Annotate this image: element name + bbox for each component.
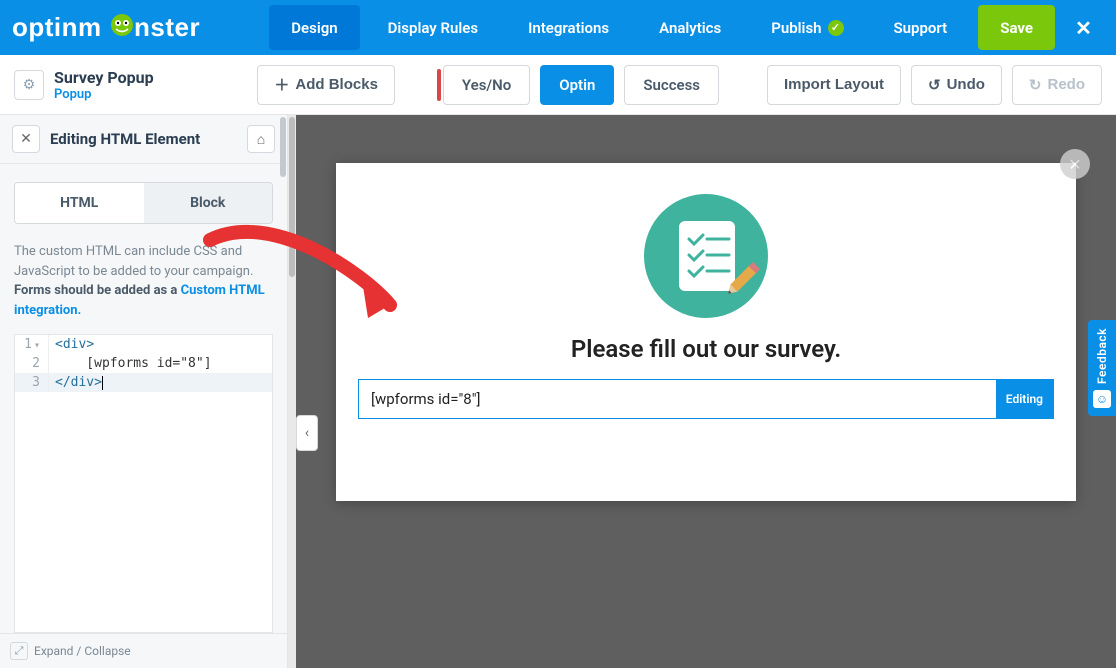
nav-integrations[interactable]: Integrations <box>506 5 631 50</box>
unsaved-indicator <box>437 69 441 101</box>
publish-check-icon: ✓ <box>828 20 844 36</box>
sidebar-scrollbar[interactable] <box>279 115 287 668</box>
html-block[interactable]: [wpforms id="8"] Editing <box>358 379 1054 419</box>
sidebar: ✕ Editing HTML Element ⌂ HTML Block The … <box>0 115 288 668</box>
feedback-tab[interactable]: Feedback ☺ <box>1088 320 1116 416</box>
import-layout-button[interactable]: Import Layout <box>767 65 901 105</box>
expand-collapse-label[interactable]: Expand / Collapse <box>34 644 131 658</box>
close-editor-button[interactable]: ✕ <box>1061 5 1106 50</box>
save-button[interactable]: Save <box>978 5 1055 50</box>
campaign-meta: Survey Popup Popup <box>54 68 154 102</box>
undo-button[interactable]: ↺Undo <box>911 65 1002 105</box>
popup-title[interactable]: Please fill out our survey. <box>358 335 1054 363</box>
campaign-title: Survey Popup <box>54 68 154 87</box>
add-blocks-button[interactable]: ＋Add Blocks <box>257 65 395 105</box>
nav-display-rules[interactable]: Display Rules <box>366 5 500 50</box>
redo-button[interactable]: ↻Redo <box>1012 65 1102 105</box>
view-optin[interactable]: Optin <box>540 65 614 105</box>
popup-close-button[interactable]: ✕ <box>1060 149 1090 179</box>
sidebar-close-button[interactable]: ✕ <box>12 125 40 153</box>
help-text: The custom HTML can include CSS and Java… <box>14 242 273 320</box>
feedback-smile-icon: ☺ <box>1093 390 1111 408</box>
tab-block[interactable]: Block <box>144 183 273 223</box>
close-icon: ✕ <box>20 131 32 147</box>
nav-support[interactable]: Support <box>872 5 970 50</box>
popup-preview[interactable]: ✕ <box>336 163 1076 501</box>
survey-checklist-icon <box>641 191 771 321</box>
collapse-sidebar-tab[interactable]: ‹ <box>296 415 318 451</box>
nav-design[interactable]: Design <box>269 5 359 50</box>
plus-icon: ＋ <box>274 74 289 95</box>
top-nav-bar: optinm nster Design Display Rules Integr… <box>0 0 1116 55</box>
canvas-scrollbar[interactable] <box>288 115 296 668</box>
gear-icon: ⚙ <box>23 77 36 93</box>
svg-text:optinm: optinm <box>12 12 102 42</box>
html-code-editor[interactable]: 1▾ <div> 2 [wpforms id="8"] 3 </div> <box>14 334 273 633</box>
undo-icon: ↺ <box>928 76 941 94</box>
view-success[interactable]: Success <box>624 65 719 105</box>
redo-icon: ↻ <box>1029 76 1042 94</box>
sidebar-footer: ⤢ Expand / Collapse <box>0 633 287 668</box>
view-segment: Yes/No Optin Success <box>443 65 719 105</box>
canvas: ‹ ✕ <box>288 115 1116 668</box>
campaign-type: Popup <box>54 87 154 102</box>
home-icon: ⌂ <box>257 131 265 148</box>
editing-badge: Editing <box>996 380 1053 418</box>
sidebar-home-button[interactable]: ⌂ <box>247 125 275 153</box>
sidebar-title: Editing HTML Element <box>50 130 237 148</box>
sidebar-tabs: HTML Block <box>14 182 273 224</box>
toolbar: ⚙ Survey Popup Popup ＋Add Blocks Yes/No … <box>0 55 1116 115</box>
tab-html[interactable]: HTML <box>15 183 144 223</box>
close-icon: ✕ <box>1068 155 1081 174</box>
campaign-settings-button[interactable]: ⚙ <box>14 70 44 100</box>
svg-text:nster: nster <box>134 12 200 42</box>
html-block-content: [wpforms id="8"] <box>371 390 481 408</box>
nav-analytics[interactable]: Analytics <box>637 5 743 50</box>
nav-publish[interactable]: Publish✓ <box>749 5 865 50</box>
view-yesno[interactable]: Yes/No <box>443 65 530 105</box>
brand-logo: optinm nster <box>12 11 222 45</box>
chevron-left-icon: ‹ <box>305 425 309 441</box>
expand-collapse-icon[interactable]: ⤢ <box>10 642 28 660</box>
